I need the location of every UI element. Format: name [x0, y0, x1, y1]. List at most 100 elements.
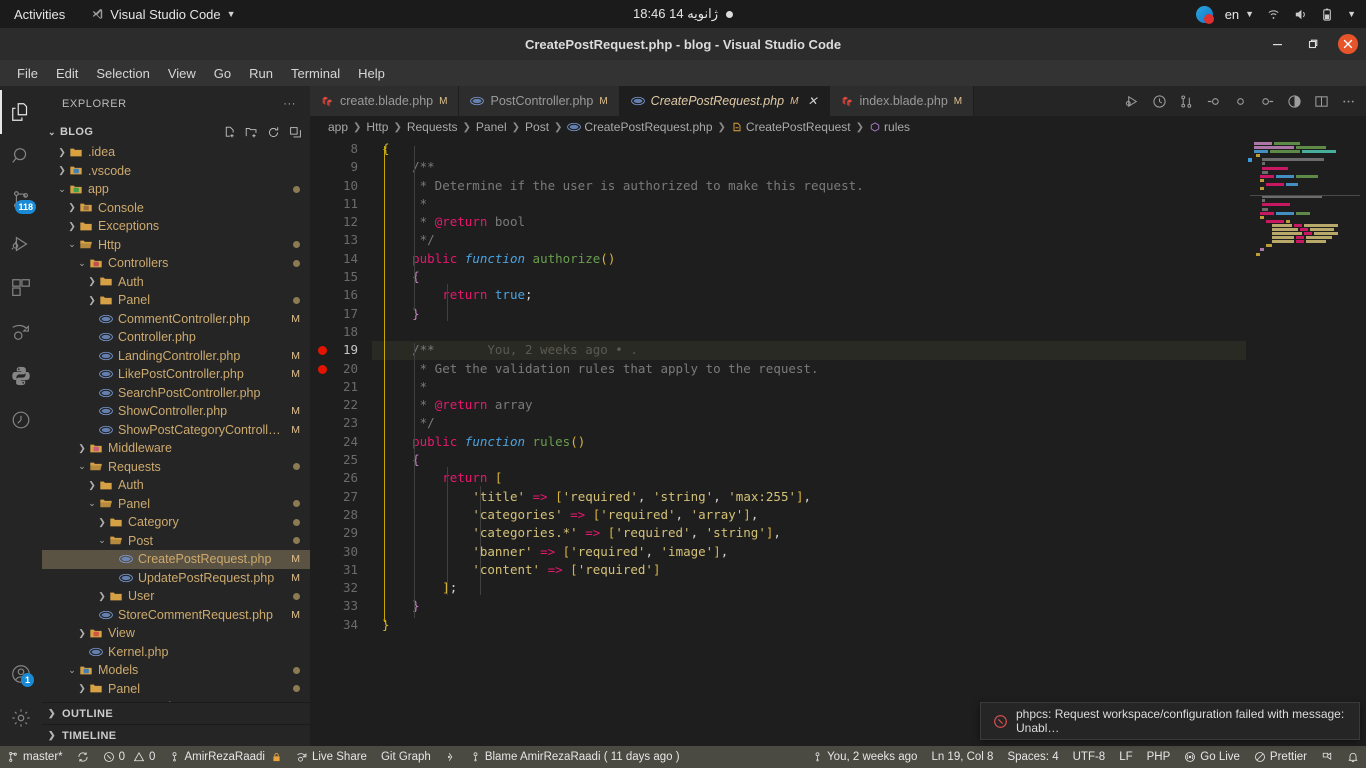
menu-file[interactable]: File [8, 63, 47, 84]
volume-icon[interactable] [1293, 7, 1308, 22]
line-number[interactable]: 18 [310, 323, 372, 341]
line-number[interactable]: 9 [310, 158, 372, 176]
refresh-icon[interactable] [267, 126, 280, 139]
tree-file-row[interactable]: Category.php [42, 698, 310, 702]
tree-folder-row[interactable]: ❯ Auth [42, 476, 310, 495]
tree-folder-row[interactable]: ⌄ app [42, 180, 310, 199]
app-menu[interactable]: Visual Studio Code ▼ [91, 7, 236, 22]
status-git-graph[interactable]: Git Graph [374, 746, 438, 768]
activity-run-debug[interactable] [0, 222, 42, 266]
activities-button[interactable]: Activities [14, 7, 65, 22]
breadcrumb-item[interactable]: Panel [476, 120, 507, 134]
status-sync[interactable] [70, 746, 96, 768]
breadcrumb[interactable]: app ❯ Http ❯ Requests ❯ Panel ❯ Post ❯ CreatePostR… [310, 116, 1366, 138]
tree-folder-row[interactable]: ❯ Panel [42, 680, 310, 699]
code-line[interactable]: /** You, 2 weeks ago • . [372, 341, 1246, 360]
breadcrumb-item[interactable]: rules [869, 120, 910, 134]
status-blame[interactable]: Blame AmirRezaRaadi ( 11 days ago ) [463, 746, 687, 768]
activity-accounts[interactable]: 1 [0, 652, 42, 696]
code-line[interactable]: 'content' => ['required'] [372, 561, 1246, 579]
code-line[interactable]: * [372, 195, 1246, 213]
line-number[interactable]: 28 [310, 506, 372, 524]
code-line[interactable]: } [372, 597, 1246, 615]
activity-search[interactable] [0, 134, 42, 178]
breadcrumb-item[interactable]: Post [525, 120, 549, 134]
tree-file-row[interactable]: LikePostController.php M [42, 365, 310, 384]
tree-file-row[interactable]: SearchPostController.php [42, 384, 310, 403]
breadcrumb-item[interactable]: Requests [407, 120, 458, 134]
network-icon[interactable] [1266, 7, 1281, 22]
activity-explorer[interactable] [0, 90, 42, 134]
line-number[interactable]: 25 [310, 451, 372, 469]
tree-file-row[interactable]: Kernel.php [42, 643, 310, 662]
tree-folder-row[interactable]: ❯ Panel [42, 291, 310, 310]
activity-extensions[interactable] [0, 266, 42, 310]
status-language-mode[interactable]: PHP [1140, 746, 1178, 768]
tree-file-row[interactable]: ShowController.php M [42, 402, 310, 421]
code-editor[interactable]: 8 9 10 11 12 13 14 15 16 17 18 19 20 21 22 23 24 25 26 27 28… [310, 138, 1366, 746]
file-tree[interactable]: ❯ .idea ❯ .vscode ⌄ app ❯ Console ❯ Exceptions ⌄ Ht… [42, 143, 310, 702]
code-line[interactable]: 'title' => ['required', 'string', 'max:2… [372, 488, 1246, 506]
line-number[interactable]: 12 [310, 213, 372, 231]
tree-folder-row[interactable]: ⌄ Controllers [42, 254, 310, 273]
editor-tab[interactable]: index.blade.php M [829, 86, 975, 116]
breakpoint-icon[interactable] [318, 346, 327, 356]
tree-file-row[interactable]: UpdatePostRequest.php M [42, 569, 310, 588]
line-number[interactable]: 24 [310, 433, 372, 451]
sidebar-more-button[interactable]: ··· [283, 98, 296, 110]
editor-tab[interactable]: PostController.php M [459, 86, 620, 116]
activity-python[interactable] [0, 354, 42, 398]
tree-file-row[interactable]: CommentController.php M [42, 310, 310, 329]
close-button[interactable] [1338, 34, 1358, 54]
tree-folder-row[interactable]: ⌄ Models [42, 661, 310, 680]
code-line[interactable]: * @return bool [372, 213, 1246, 231]
minimize-button[interactable] [1266, 33, 1288, 55]
breadcrumb-item[interactable]: Http [366, 120, 388, 134]
line-number[interactable]: 34 [310, 616, 372, 634]
status-notifications[interactable] [1340, 746, 1366, 768]
line-number[interactable]: 32 [310, 579, 372, 597]
debug-coverage-icon[interactable] [1287, 94, 1302, 109]
tree-folder-row[interactable]: ❯ .vscode [42, 162, 310, 181]
menu-terminal[interactable]: Terminal [282, 63, 349, 84]
breadcrumb-item[interactable]: CreatePostRequest.php [567, 120, 713, 134]
status-encoding[interactable]: UTF-8 [1066, 746, 1113, 768]
keyboard-layout[interactable]: en ▼ [1225, 7, 1254, 22]
tree-file-row[interactable]: ShowPostCategoryController.php M [42, 421, 310, 440]
tree-folder-row[interactable]: ❯ Category [42, 513, 310, 532]
code-line[interactable]: 'categories.*' => ['required', 'string']… [372, 524, 1246, 542]
split-editor-icon[interactable] [1314, 94, 1329, 109]
tree-file-row[interactable]: LandingController.php M [42, 347, 310, 366]
code-line[interactable]: */ [372, 414, 1246, 432]
tree-folder-row[interactable]: ❯ Console [42, 199, 310, 218]
tree-folder-row[interactable]: ❯ View [42, 624, 310, 643]
battery-icon[interactable] [1320, 7, 1335, 22]
tree-file-row[interactable]: CreatePostRequest.php M [42, 550, 310, 569]
new-folder-icon[interactable] [245, 126, 258, 139]
tree-folder-row[interactable]: ❯ User [42, 587, 310, 606]
status-indentation[interactable]: Spaces: 4 [1000, 746, 1065, 768]
more-actions-icon[interactable] [1341, 94, 1356, 109]
code-line[interactable]: */ [372, 231, 1246, 249]
line-number[interactable]: 8 [310, 140, 372, 158]
minimap[interactable] [1246, 138, 1366, 746]
code-line[interactable]: 'categories' => ['required', 'array'], [372, 506, 1246, 524]
status-problems[interactable]: 0 0 [96, 746, 163, 768]
line-number[interactable]: 21 [310, 378, 372, 396]
line-number[interactable]: 22 [310, 396, 372, 414]
breadcrumb-item[interactable]: CreatePostRequest [731, 120, 851, 134]
notification-toast[interactable]: phpcs: Request workspace/configuration f… [980, 702, 1360, 740]
tree-folder-row[interactable]: ⌄ Panel [42, 495, 310, 514]
editor-tab[interactable]: CreatePostRequest.php M ✕ [619, 86, 830, 116]
menu-go[interactable]: Go [205, 63, 240, 84]
status-user[interactable]: AmirRezaRaadi [162, 746, 289, 768]
code-line[interactable]: { [372, 140, 1246, 158]
code-line[interactable]: ]; [372, 579, 1246, 597]
line-number[interactable]: 19 [310, 341, 372, 359]
menu-run[interactable]: Run [240, 63, 282, 84]
line-number[interactable]: 23 [310, 414, 372, 432]
code-line[interactable]: * Get the validation rules that apply to… [372, 360, 1246, 378]
code-line[interactable]: { [372, 451, 1246, 469]
line-number[interactable]: 10 [310, 177, 372, 195]
status-screencast[interactable] [1314, 746, 1340, 768]
